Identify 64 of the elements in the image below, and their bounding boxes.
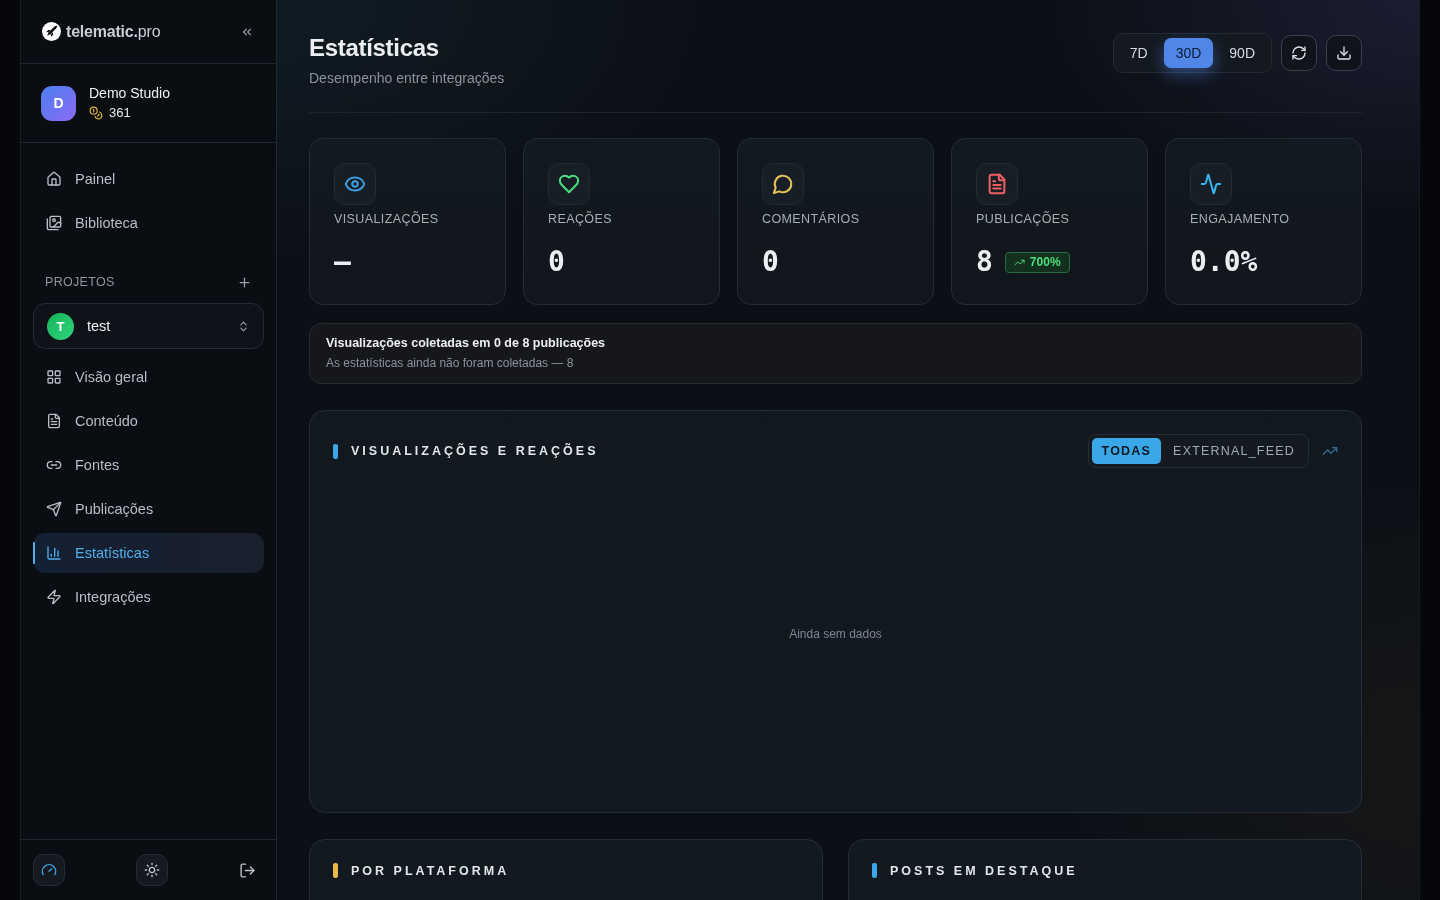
document-icon xyxy=(976,163,1018,205)
nav-item[interactable]: Biblioteca xyxy=(33,203,264,243)
nav-item[interactable]: Conteúdo xyxy=(33,401,264,441)
add-icon[interactable] xyxy=(237,274,252,290)
chevrons-up-down-icon xyxy=(237,319,250,333)
period-tab[interactable]: 7D xyxy=(1117,38,1160,68)
images-icon xyxy=(46,215,62,231)
stat-value: 0.0% xyxy=(1190,245,1258,279)
period-tab[interactable]: 90D xyxy=(1217,38,1267,68)
growth-percent: 700% xyxy=(1029,255,1061,269)
notice-title: Visualizações coletadas em 0 de 8 publicações xyxy=(326,335,607,352)
filter-tab[interactable]: EXTERNAL_FEED xyxy=(1163,438,1305,464)
logout-icon[interactable] xyxy=(239,861,256,879)
nav-item[interactable]: Painel xyxy=(33,159,264,199)
home-icon xyxy=(46,171,62,187)
project-avatar: T xyxy=(47,312,74,340)
account-name: Demo Studio xyxy=(89,85,170,102)
coins-icon xyxy=(89,106,103,120)
stat-value: 0 xyxy=(548,245,565,279)
bar-chart-icon xyxy=(46,545,62,561)
page-subtitle: Desempenho entre integrações xyxy=(309,69,505,87)
nav-item[interactable]: Visão geral xyxy=(33,357,264,397)
period-tab[interactable]: 30D xyxy=(1163,38,1214,68)
section-label: PROJETOS xyxy=(45,275,115,289)
refresh-button[interactable] xyxy=(1281,35,1317,71)
stat-label: COMENTÁRIOS xyxy=(762,211,861,227)
nav-item[interactable]: Estatísticas xyxy=(33,533,264,573)
page-title: Estatísticas xyxy=(309,33,440,63)
send-icon xyxy=(46,501,62,517)
project-select[interactable]: T test xyxy=(33,303,264,349)
filter-tab[interactable]: TODAS xyxy=(1091,438,1162,464)
stat-label: REAÇÕES xyxy=(548,211,613,227)
nav-item[interactable]: Publicações xyxy=(33,489,264,529)
theme-button[interactable] xyxy=(136,854,168,886)
accent-marker-icon xyxy=(333,443,338,459)
account-avatar: D xyxy=(41,85,76,121)
usage-button[interactable] xyxy=(33,854,65,886)
eye-icon xyxy=(334,163,376,205)
download-button[interactable] xyxy=(1326,35,1362,71)
document-icon xyxy=(46,413,62,429)
stat-label: VISUALIZAÇÕES xyxy=(334,211,440,227)
nav-item[interactable]: Fontes xyxy=(33,445,264,485)
empty-state-text: Ainda sem dados xyxy=(789,627,882,641)
chat-bubble-icon xyxy=(762,163,804,205)
stat-value: — xyxy=(334,245,351,279)
gauge-icon xyxy=(41,862,57,878)
stat-label: ENGAJAMENTO xyxy=(1190,211,1291,227)
notice-text: As estatísticas ainda não foram coletadas — 8 xyxy=(326,355,575,372)
brand-name: telematic.pro xyxy=(66,22,161,41)
panel-title: POR PLATAFORMA xyxy=(351,863,510,878)
logo-icon xyxy=(42,22,61,41)
panel-title: POSTS EM DESTAQUE xyxy=(890,863,1078,878)
lightning-icon xyxy=(46,589,62,605)
nav-item[interactable]: Integrações xyxy=(33,577,264,617)
grid-icon xyxy=(46,369,62,385)
panel-title: VISUALIZAÇÕES E REAÇÕES xyxy=(351,444,599,458)
stat-value: 8 xyxy=(976,245,993,279)
pulse-icon xyxy=(1190,163,1232,205)
sun-icon xyxy=(144,862,160,878)
credit-count: 361 xyxy=(109,105,131,121)
stat-label: PUBLICAÇÕES xyxy=(976,211,1071,227)
stat-value: 0 xyxy=(762,245,779,279)
download-icon xyxy=(1336,45,1352,61)
refresh-icon xyxy=(1291,45,1307,61)
